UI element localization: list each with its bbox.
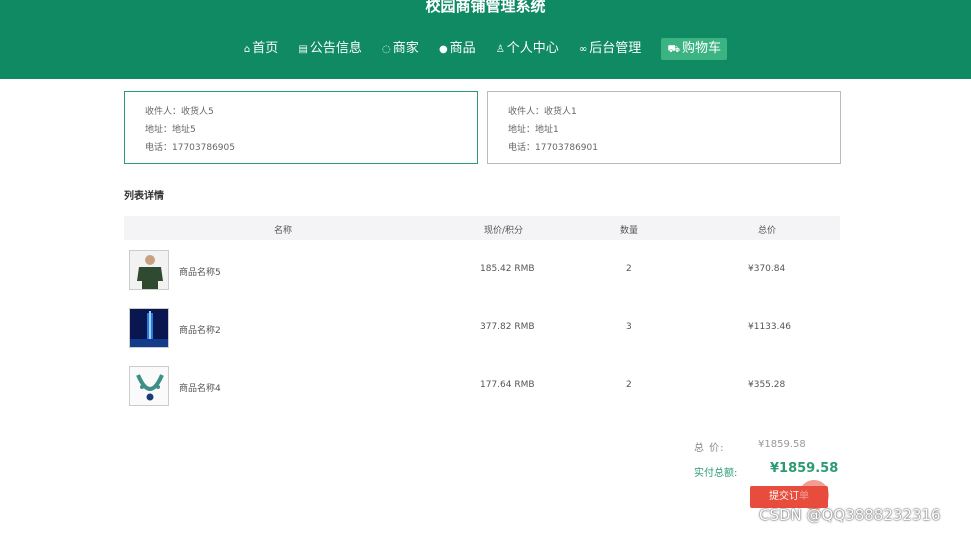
table-row: 商品名称5 185.42 RMB 2 ¥370.84 bbox=[124, 242, 840, 294]
watermark: CSDN @QQ3888232316 bbox=[759, 506, 941, 524]
col-price: 现价/积分 bbox=[484, 226, 524, 236]
section-title: 列表详情 bbox=[124, 191, 164, 202]
paid-label: 实付总额: bbox=[694, 468, 738, 479]
product-price: 377.82 RMB bbox=[480, 322, 535, 332]
total-label: 总 价: bbox=[694, 443, 725, 454]
goods-icon: ● bbox=[438, 44, 448, 55]
product-thumbnail[interactable] bbox=[129, 250, 169, 290]
product-name: 商品名称5 bbox=[179, 268, 221, 278]
address-line: 地址：地址5 bbox=[145, 125, 196, 135]
nav-notice[interactable]: ▤ 公告信息 bbox=[298, 39, 361, 59]
notice-icon: ▤ bbox=[298, 44, 308, 55]
nav-cart-label: 购物车 bbox=[682, 41, 722, 56]
table-header: 名称 现价/积分 数量 总价 bbox=[124, 216, 840, 240]
product-qty: 2 bbox=[626, 264, 632, 274]
address-line: 地址：地址1 bbox=[508, 125, 559, 135]
col-total: 总价 bbox=[758, 226, 777, 236]
product-total: ¥355.28 bbox=[748, 380, 786, 390]
nav-profile-label: 个人中心 bbox=[506, 41, 559, 56]
nav-admin-label: 后台管理 bbox=[589, 41, 642, 56]
address-phone: 电话：17703786905 bbox=[145, 143, 235, 153]
nav-shop-label: 商家 bbox=[392, 41, 419, 56]
nav-cart[interactable]: ⛟ 购物车 bbox=[661, 38, 728, 60]
nav-shop[interactable]: ◌ 商家 bbox=[382, 39, 419, 59]
col-qty: 数量 bbox=[620, 226, 639, 236]
product-price: 185.42 RMB bbox=[480, 264, 535, 274]
product-qty: 3 bbox=[626, 322, 632, 332]
nav-notice-label: 公告信息 bbox=[309, 41, 362, 56]
product-price: 177.64 RMB bbox=[480, 380, 535, 390]
address-recipient: 收件人：收货人1 bbox=[508, 107, 577, 117]
main-nav: ⌂ 首页 ▤ 公告信息 ◌ 商家 ● 商品 ♙ 个人中心 ∞ 后台管理 ⛟ 购物车 bbox=[0, 38, 971, 60]
top-header: 校园商铺管理系统 ⌂ 首页 ▤ 公告信息 ◌ 商家 ● 商品 ♙ 个人中心 ∞ 后台管理 ⛟… bbox=[0, 0, 971, 79]
home-icon: ⌂ bbox=[243, 44, 251, 55]
nav-home[interactable]: ⌂ 首页 bbox=[244, 39, 278, 59]
product-total: ¥370.84 bbox=[748, 264, 786, 274]
address-card[interactable]: 收件人：收货人1 地址：地址1 电话：17703786901 bbox=[487, 91, 841, 164]
site-title: 校园商铺管理系统 bbox=[425, 0, 546, 15]
col-name: 名称 bbox=[274, 226, 293, 236]
product-name: 商品名称2 bbox=[179, 326, 221, 336]
table-row: 商品名称4 177.64 RMB 2 ¥355.28 bbox=[124, 358, 840, 410]
nav-profile[interactable]: ♙ 个人中心 bbox=[496, 39, 559, 59]
total-value: ¥1859.58 bbox=[758, 439, 806, 450]
table-row: 商品名称2 377.82 RMB 3 ¥1133.46 bbox=[124, 300, 840, 352]
nav-goods-label: 商品 bbox=[449, 41, 476, 56]
address-recipient: 收件人：收货人5 bbox=[145, 107, 214, 117]
nav-admin[interactable]: ∞ 后台管理 bbox=[579, 39, 641, 59]
product-thumbnail[interactable] bbox=[129, 308, 169, 348]
nav-goods[interactable]: ● 商品 bbox=[439, 39, 476, 59]
product-thumbnail[interactable] bbox=[129, 366, 169, 406]
product-name: 商品名称4 bbox=[179, 384, 221, 394]
address-phone: 电话：17703786901 bbox=[508, 143, 598, 153]
product-qty: 2 bbox=[626, 380, 632, 390]
address-card-selected[interactable]: 收件人：收货人5 地址：地址5 电话：17703786905 bbox=[124, 91, 478, 164]
shop-icon: ◌ bbox=[382, 44, 391, 55]
link-icon: ∞ bbox=[578, 44, 588, 55]
cart-icon: ⛟ bbox=[667, 44, 681, 55]
nav-home-label: 首页 bbox=[252, 41, 279, 56]
paid-value: ¥1859.58 bbox=[770, 461, 839, 476]
user-icon: ♙ bbox=[495, 44, 505, 55]
product-total: ¥1133.46 bbox=[748, 322, 791, 332]
